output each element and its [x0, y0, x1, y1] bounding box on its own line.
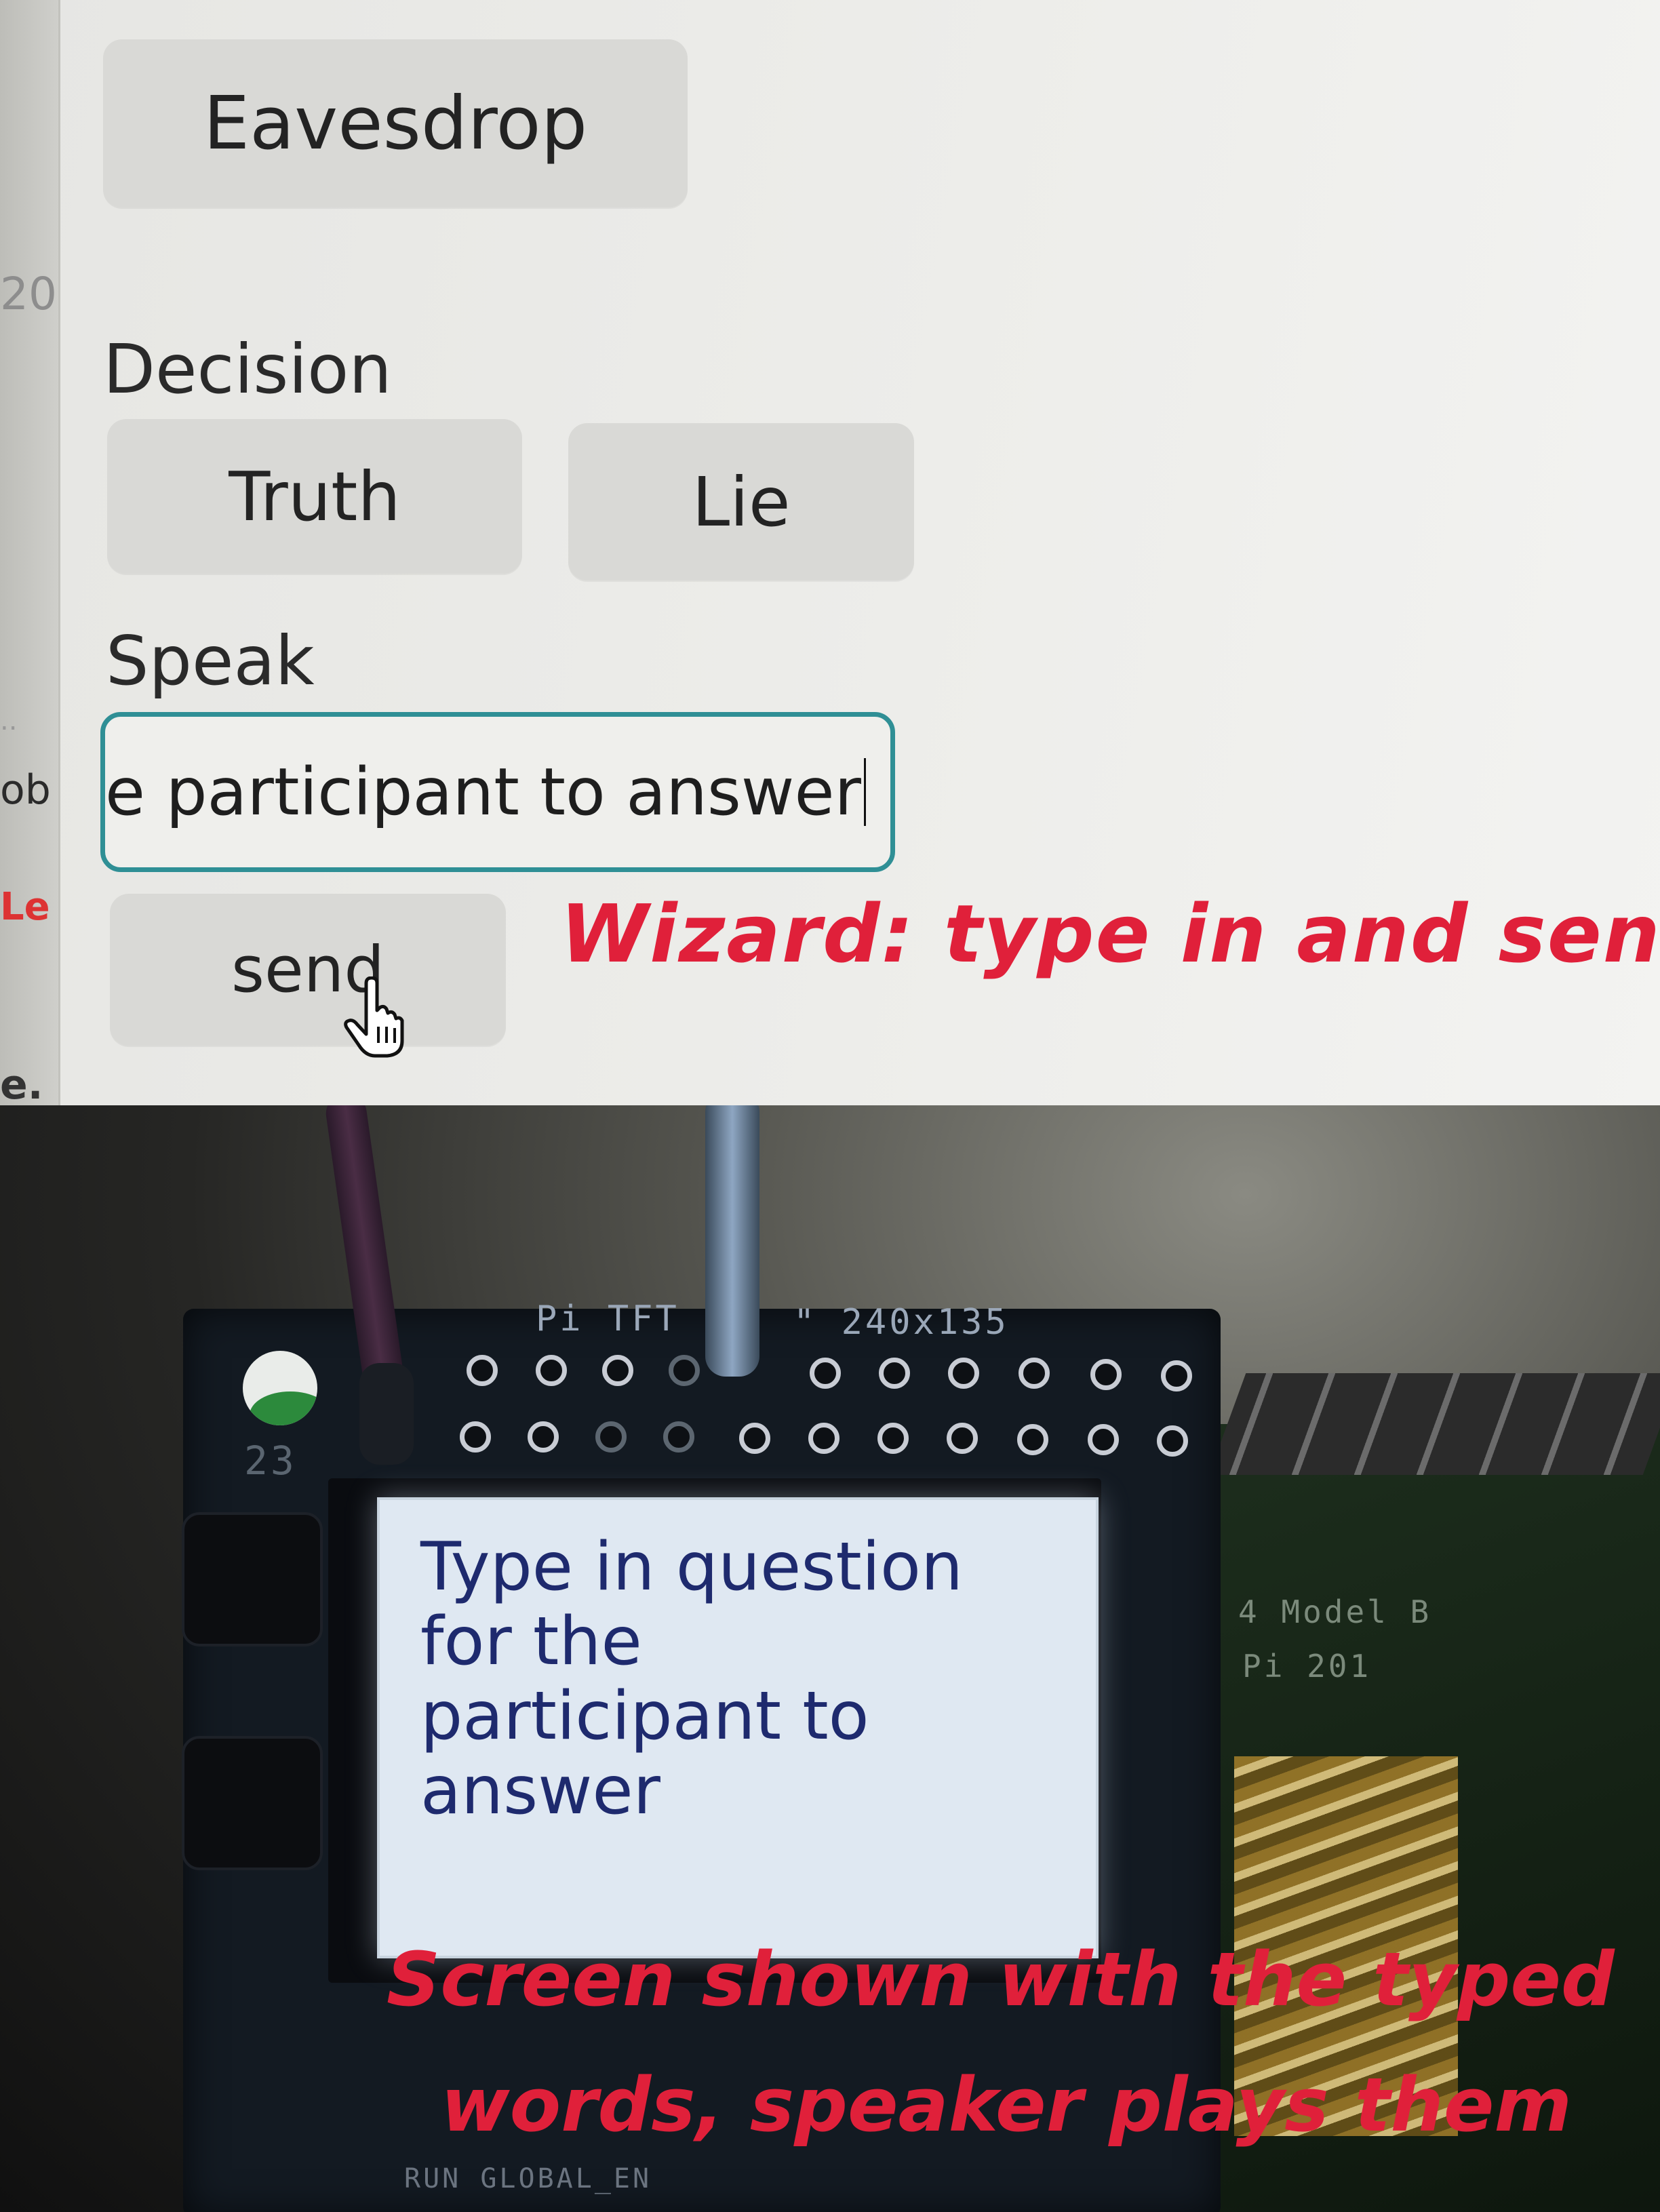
header-hole — [602, 1355, 633, 1386]
header-hole — [1019, 1358, 1050, 1389]
header-hole — [808, 1423, 839, 1454]
sidebar-fragment-le: Le — [0, 885, 50, 929]
black-connector — [359, 1363, 414, 1465]
control-panel-photo: 20 .. ob Le e. Eavesdrop Decision Truth … — [0, 0, 1660, 1105]
speak-heading: Speak — [106, 621, 315, 700]
truth-button[interactable]: Truth — [107, 419, 522, 574]
lcd-line: Type in question — [420, 1528, 964, 1606]
device-photo: Pi TFT " 240x135 23 4 Model B Pi 201 RUN… — [0, 1105, 1660, 2212]
gpio-header-pins — [1208, 1373, 1660, 1475]
decision-heading: Decision — [103, 330, 392, 409]
send-button[interactable]: send — [110, 894, 506, 1046]
speak-input[interactable]: e participant to answer — [100, 712, 895, 872]
tactile-button-bottom — [182, 1736, 323, 1870]
text-caret — [863, 758, 866, 826]
sidebar-fragment-ob: ob — [0, 766, 51, 814]
silkscreen-pitft: Pi TFT — [536, 1299, 679, 1339]
silkscreen-pi: Pi 201 — [1242, 1648, 1372, 1684]
lcd-line: answer — [420, 1752, 660, 1830]
header-hole — [1161, 1360, 1192, 1391]
blue-cable — [705, 1105, 759, 1377]
speak-input-value: e participant to answer — [105, 754, 861, 830]
sidebar-fragment-ellipsis: .. — [0, 705, 18, 736]
header-hole — [1157, 1425, 1188, 1457]
header-hole — [528, 1421, 559, 1453]
header-hole — [595, 1421, 627, 1453]
sidebar-fragment-year: 20 — [0, 268, 57, 320]
header-hole — [879, 1358, 910, 1389]
board-logo — [243, 1351, 317, 1425]
tactile-button-top — [182, 1512, 323, 1646]
screen-annotation-line1: Screen shown with the typed — [387, 1936, 1615, 2023]
wizard-annotation: Wizard: type in and send — [560, 887, 1660, 981]
header-hole — [536, 1355, 567, 1386]
header-hole — [948, 1358, 979, 1389]
silkscreen-model: 4 Model B — [1238, 1594, 1432, 1630]
header-hole — [1090, 1359, 1122, 1390]
lcd-screen: Type in question for the participant to … — [377, 1497, 1099, 1958]
silkscreen-resolution: " 240x135 — [793, 1302, 1009, 1343]
pointer-hand-icon — [344, 976, 404, 1058]
sidebar-fragment-dot: e. — [0, 1061, 43, 1105]
header-hole — [810, 1358, 841, 1389]
lcd-line: participant to — [420, 1678, 869, 1755]
silkscreen-run: RUN GLOBAL_EN — [404, 2163, 652, 2194]
lcd-line: for the — [420, 1603, 642, 1680]
silkscreen-pin-23: 23 — [244, 1438, 297, 1484]
header-hole — [663, 1421, 694, 1453]
header-hole — [460, 1421, 491, 1453]
header-hole — [739, 1423, 770, 1454]
header-hole — [947, 1423, 978, 1454]
sidebar-edge — [0, 0, 60, 1105]
header-hole — [467, 1355, 498, 1386]
header-hole — [669, 1355, 700, 1386]
screen-annotation-line2: words, speaker plays them — [441, 2061, 1573, 2148]
lie-button[interactable]: Lie — [568, 423, 914, 580]
header-hole — [1017, 1424, 1048, 1455]
header-hole — [877, 1423, 909, 1454]
header-hole — [1088, 1424, 1119, 1455]
eavesdrop-button[interactable]: Eavesdrop — [103, 39, 688, 208]
